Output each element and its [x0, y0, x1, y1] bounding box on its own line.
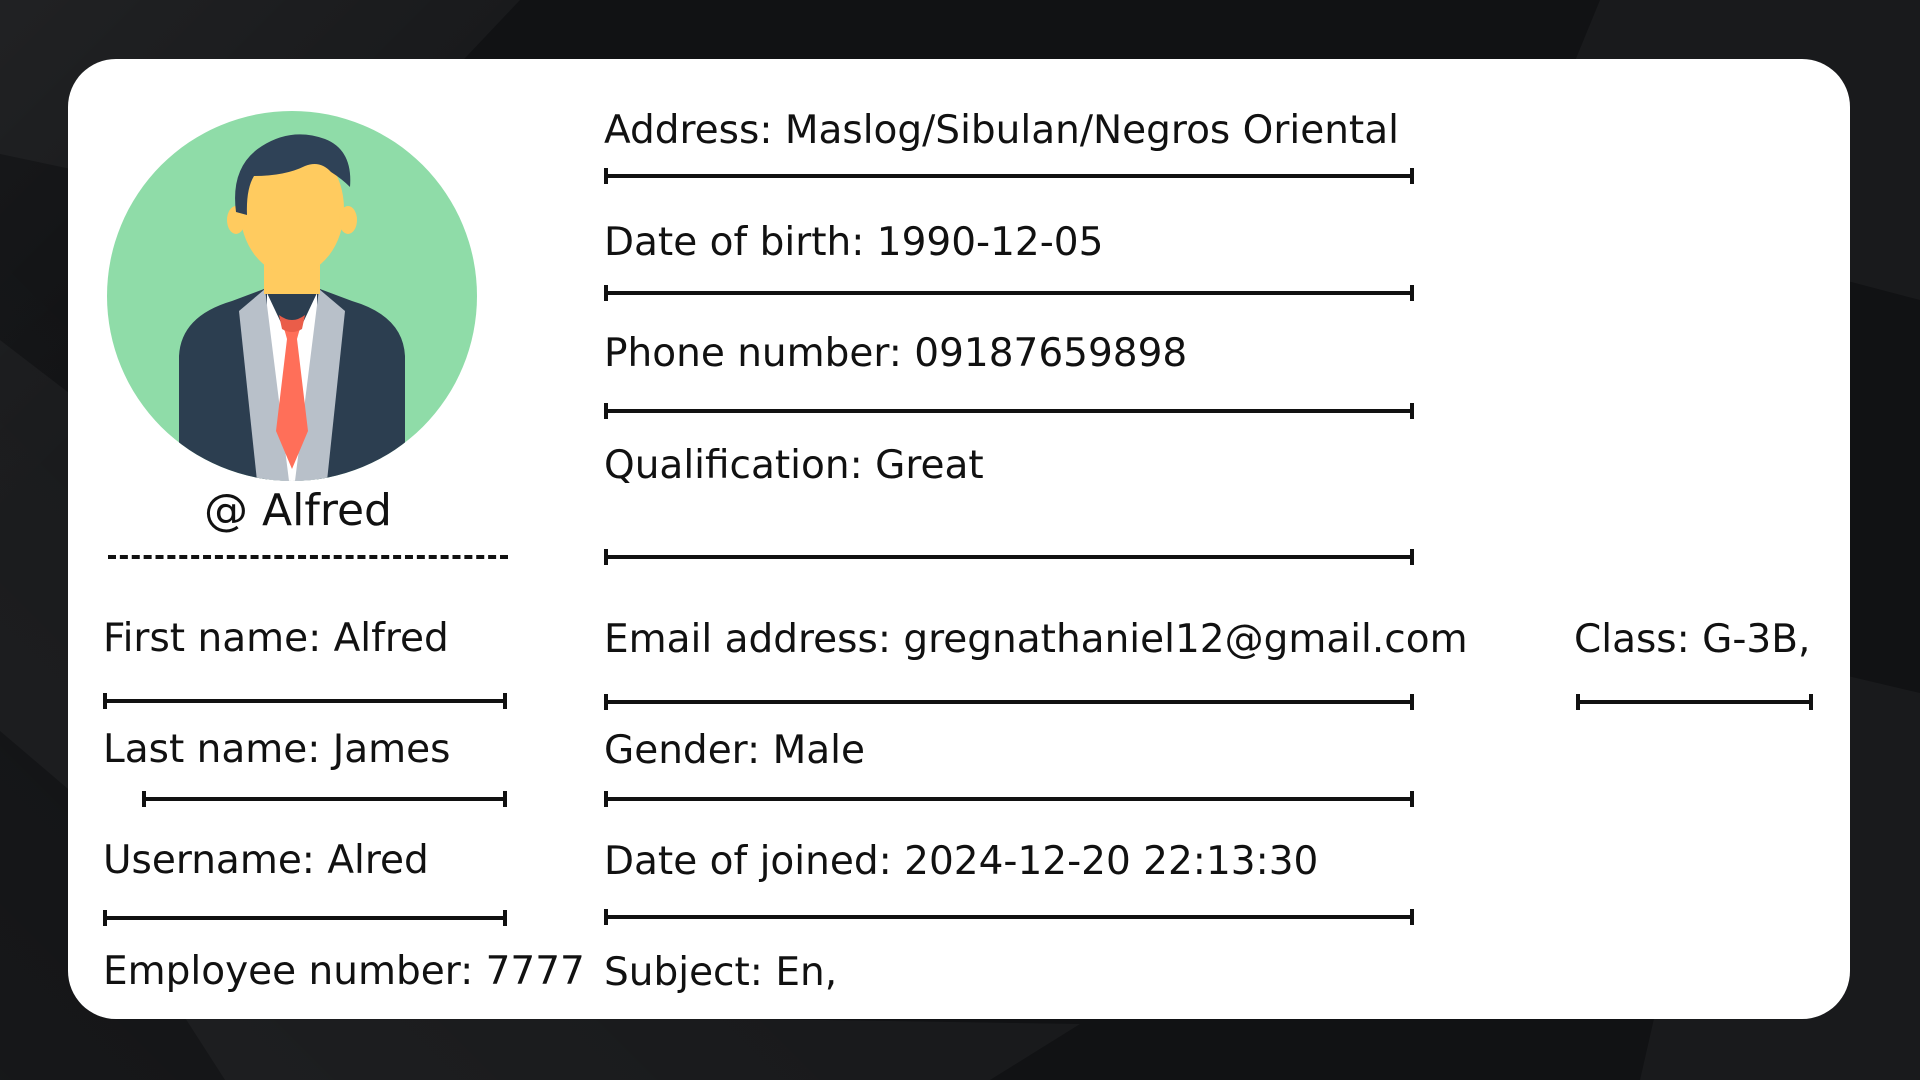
profile-handle: @ Alfred	[204, 485, 392, 536]
gender-line	[604, 791, 1414, 807]
subject-label: Subject: En,	[604, 950, 838, 995]
phone-number-line	[604, 403, 1414, 419]
last-name-line	[142, 791, 507, 807]
qualification-label: Qualification: Great	[604, 443, 984, 488]
first-name-label: First name: Alfred	[103, 616, 449, 661]
date-of-birth-line	[604, 285, 1414, 301]
businessman-avatar-icon	[107, 111, 477, 481]
background-shard	[180, 1010, 1080, 1080]
handle-divider	[108, 555, 508, 559]
username-line	[103, 910, 507, 926]
phone-number-label: Phone number: 09187659898	[604, 331, 1188, 376]
qualification-line	[604, 549, 1414, 565]
email-address-line	[604, 694, 1414, 710]
username-label: Username: Alred	[103, 838, 429, 883]
date-joined-label: Date of joined: 2024-12-20 22:13:30	[604, 839, 1319, 884]
date-joined-line	[604, 909, 1414, 925]
gender-label: Gender: Male	[604, 728, 865, 773]
date-of-birth-label: Date of birth: 1990-12-05	[604, 220, 1104, 265]
profile-card: @ Alfred First name: Alfred Last name: J…	[68, 59, 1850, 1019]
class-line	[1576, 694, 1813, 710]
last-name-label: Last name: James	[103, 727, 451, 772]
employee-number-label: Employee number: 7777	[103, 949, 585, 994]
address-line	[604, 168, 1414, 184]
first-name-line	[103, 693, 507, 709]
address-label: Address: Maslog/Sibulan/Negros Oriental	[604, 108, 1399, 153]
email-address-label: Email address: gregnathaniel12@gmail.com	[604, 617, 1468, 662]
class-label: Class: G-3B,	[1574, 617, 1811, 662]
